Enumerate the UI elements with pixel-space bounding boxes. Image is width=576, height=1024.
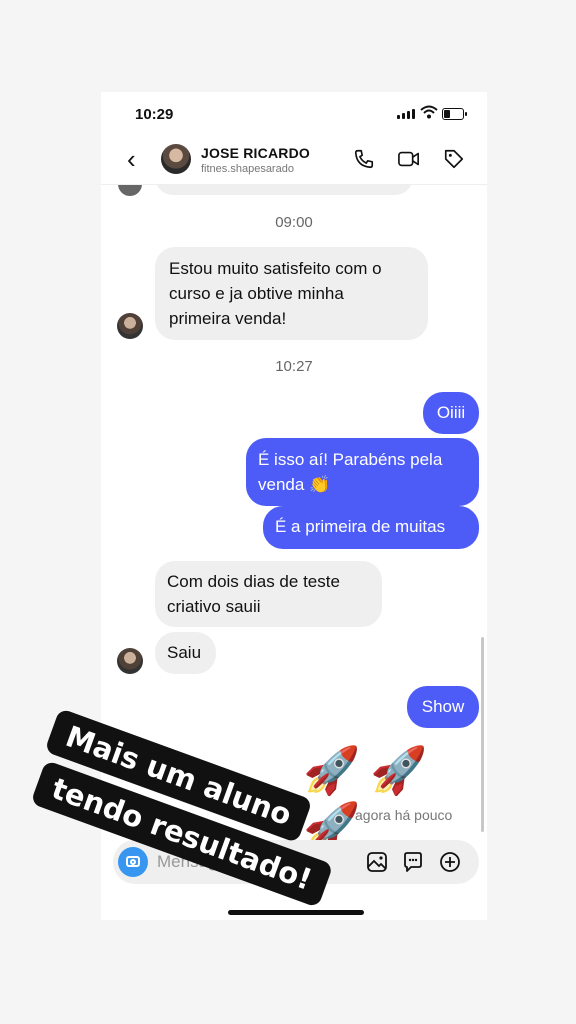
cellular-signal-icon [397,109,415,119]
timestamp: 10:27 [275,358,313,375]
seen-status: agora há pouco [355,807,453,823]
sticker-icon[interactable] [401,850,425,874]
message-line: É isso aí! Parabéns pela [258,450,443,469]
message-line: Estou muito satisfeito com o [169,259,382,278]
contact-username: fitnes.shapesarado [201,163,294,175]
video-icon[interactable] [397,148,421,170]
status-bar: 10:29 [101,92,487,132]
status-time: 10:29 [135,106,174,123]
outgoing-message[interactable]: É a primeira de muitas [263,506,479,549]
scrollbar[interactable] [481,637,484,832]
message-line: Com dois dias de teste [167,572,340,591]
back-icon[interactable]: ‹ [127,146,136,172]
timestamp: 09:00 [275,214,313,231]
avatar[interactable] [161,144,191,174]
message-line: venda 👏 [258,475,331,494]
avatar[interactable] [117,313,143,339]
message-line: primeira venda! [169,309,287,328]
incoming-message[interactable]: Saiu [155,632,216,674]
add-icon[interactable] [438,850,462,874]
message-line: criativo sauii [167,597,261,616]
incoming-message[interactable]: Estou muito satisfeito com o curso e ja … [155,247,428,340]
wifi-icon [420,105,438,119]
gallery-icon[interactable] [365,850,389,874]
tag-icon[interactable] [443,148,465,170]
avatar[interactable] [117,648,143,674]
chat-header: ‹ JOSE RICARDO fitnes.shapesarado [101,134,487,185]
outgoing-message[interactable]: É isso aí! Parabéns pela venda 👏 [246,438,479,506]
story-text-overlay: Mais um aluno tendo resultado! [30,700,368,920]
battery-icon [442,108,467,120]
phone-icon[interactable] [353,148,375,170]
incoming-message[interactable]: Com dois dias de teste criativo sauii [155,561,382,627]
message-line: curso e ja obtive minha [169,284,344,303]
outgoing-message[interactable]: Oiiii [423,392,479,434]
outgoing-message[interactable]: Show [407,686,479,728]
contact-name[interactable]: JOSE RICARDO [201,145,310,161]
